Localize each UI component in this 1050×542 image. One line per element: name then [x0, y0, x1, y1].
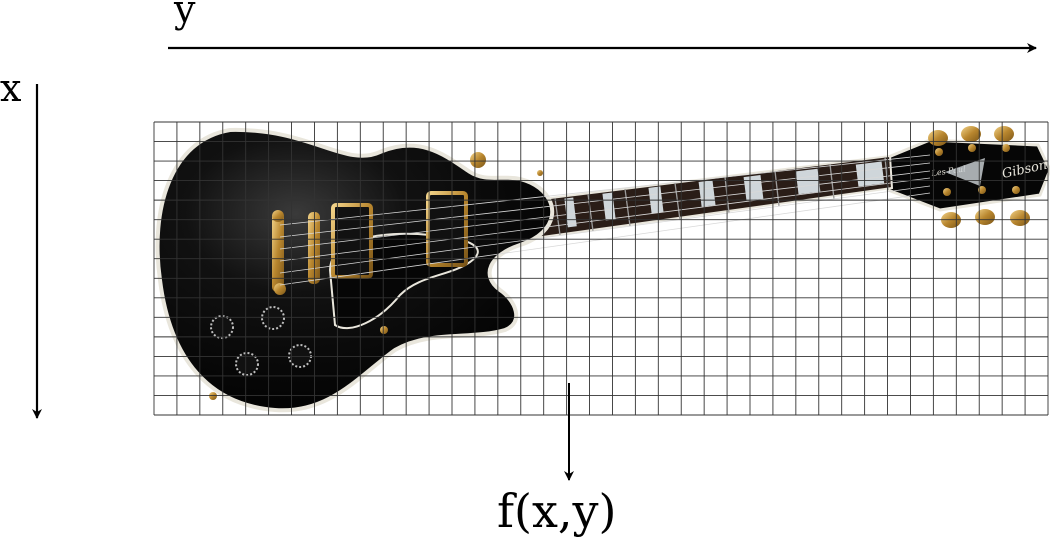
horizontal-axis-label: y [173, 0, 196, 31]
horizontal-axis: y [168, 0, 1037, 53]
vertical-axis-label: x [0, 66, 21, 110]
diagram-canvas: y x Gibson Les Paul [0, 0, 1050, 538]
output-label: f(x,y) [497, 484, 616, 538]
output-mapping: f(x,y) [497, 383, 616, 538]
selector-switch [470, 152, 486, 168]
vertical-axis: x [0, 66, 42, 419]
